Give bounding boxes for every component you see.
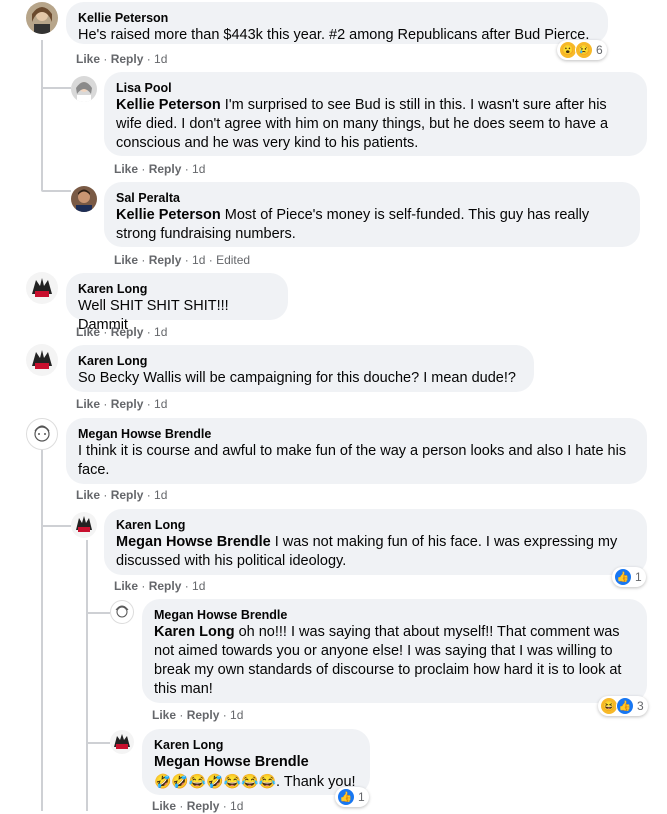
thread-line — [41, 450, 43, 811]
comment-author[interactable]: Kellie Peterson — [78, 10, 596, 26]
comment-author[interactable]: Karen Long — [78, 353, 522, 369]
thread-line — [41, 87, 71, 89]
mention-link[interactable]: Megan Howse Brendle — [154, 754, 309, 770]
like-link[interactable]: Like — [114, 253, 138, 267]
edited-label: Edited — [216, 253, 251, 267]
reactions-summary[interactable]: 😮 😢 6 — [557, 40, 607, 60]
avatar[interactable] — [110, 730, 134, 754]
emoji-sequence: 🤣🤣😂🤣😂😂😂 — [154, 773, 277, 789]
comment-actions: Like · Reply · 1d — [76, 397, 168, 411]
like-link[interactable]: Like — [76, 488, 100, 502]
comment-author[interactable]: Lisa Pool — [116, 80, 635, 96]
comment-actions: Like · Reply · 1d — [152, 799, 244, 813]
avatar[interactable] — [71, 76, 97, 102]
avatar[interactable] — [26, 344, 58, 376]
timestamp[interactable]: 1d — [154, 488, 167, 502]
comment-bubble: Karen Long Megan Howse Brendle 🤣🤣😂🤣😂😂😂. … — [142, 729, 370, 795]
comment-author[interactable]: Karen Long — [154, 737, 358, 753]
avatar[interactable] — [26, 272, 58, 304]
thread-line — [86, 612, 110, 614]
reactions-summary[interactable]: 👍 1 — [335, 787, 369, 807]
mention-link[interactable]: Karen Long — [154, 624, 235, 640]
timestamp[interactable]: 1d — [192, 579, 205, 593]
profile-photo-icon — [32, 350, 52, 369]
reply-link[interactable]: Reply — [111, 488, 144, 502]
mention-link[interactable]: Kellie Peterson — [116, 97, 221, 113]
comment-author[interactable]: Sal Peralta — [116, 190, 628, 206]
comment-bubble: Karen Long Megan Howse Brendle I was not… — [104, 509, 647, 575]
comment-author[interactable]: Megan Howse Brendle — [78, 426, 635, 442]
thread-line — [86, 742, 110, 744]
profile-photo-icon — [76, 516, 92, 532]
profile-photo-icon — [32, 278, 52, 297]
reaction-count: 1 — [358, 790, 365, 804]
profile-photo-icon — [114, 734, 130, 749]
timestamp[interactable]: 1d — [230, 708, 243, 722]
reply-link[interactable]: Reply — [111, 397, 144, 411]
profile-photo-icon — [34, 425, 50, 442]
mention-link[interactable]: Megan Howse Brendle — [116, 534, 271, 550]
comment-bubble: Kellie Peterson He's raised more than $4… — [66, 2, 608, 44]
comment-bubble: Lisa Pool Kellie Peterson I'm surprised … — [104, 72, 647, 156]
comment-bubble: Karen Long Well SHIT SHIT SHIT!!! Dammit — [66, 273, 288, 333]
thread-line — [41, 40, 43, 190]
profile-photo-icon — [76, 82, 92, 102]
reply-link[interactable]: Reply — [149, 579, 182, 593]
reply-link[interactable]: Reply — [149, 253, 182, 267]
like-link[interactable]: Like — [152, 708, 176, 722]
reaction-count: 3 — [637, 699, 644, 713]
comment-bubble: Megan Howse Brendle Karen Long oh no!!! … — [142, 599, 647, 703]
comment-actions: Like · Reply · 1d — [76, 52, 168, 66]
like-link[interactable]: Like — [114, 162, 138, 176]
like-link[interactable]: Like — [114, 579, 138, 593]
comment-author[interactable]: Karen Long — [116, 517, 635, 533]
profile-photo-icon — [76, 189, 92, 212]
thread-line — [41, 190, 71, 192]
comment-bubble: Megan Howse Brendle I think it is course… — [66, 418, 647, 484]
timestamp[interactable]: 1d — [192, 162, 205, 176]
reply-link[interactable]: Reply — [149, 162, 182, 176]
comment-text: He's raised more than $443k this year. #… — [78, 27, 590, 43]
reaction-count: 6 — [596, 43, 603, 57]
comment-author[interactable]: Karen Long — [78, 281, 276, 297]
avatar[interactable] — [26, 418, 58, 450]
sad-reaction-icon: 😢 — [575, 41, 593, 59]
reply-link[interactable]: Reply — [111, 52, 144, 66]
timestamp[interactable]: 1d — [154, 325, 167, 339]
timestamp[interactable]: 1d — [154, 397, 167, 411]
avatar[interactable] — [71, 512, 97, 538]
profile-photo-icon — [32, 7, 52, 34]
like-reaction-icon: 👍 — [616, 697, 634, 715]
comment-actions: Like · Reply · 1d · Edited — [114, 253, 251, 267]
like-link[interactable]: Like — [76, 52, 100, 66]
avatar[interactable] — [71, 186, 97, 212]
mention-link[interactable]: Kellie Peterson — [116, 207, 221, 223]
avatar[interactable] — [26, 2, 58, 34]
reactions-summary[interactable]: 😆 👍 3 — [598, 696, 648, 716]
comment-bubble: Sal Peralta Kellie Peterson Most of Piec… — [104, 182, 640, 247]
comment-text: So Becky Wallis will be campaigning for … — [78, 370, 516, 386]
comment-actions: Like · Reply · 1d — [114, 162, 206, 176]
like-link[interactable]: Like — [76, 397, 100, 411]
reply-link[interactable]: Reply — [111, 325, 144, 339]
timestamp[interactable]: 1d — [154, 52, 167, 66]
thread-line — [86, 540, 88, 811]
reactions-summary[interactable]: 👍 1 — [612, 567, 646, 587]
avatar[interactable] — [110, 600, 134, 624]
comment-actions: Like · Reply · 1d — [76, 488, 168, 502]
like-reaction-icon: 👍 — [337, 788, 355, 806]
reply-link[interactable]: Reply — [187, 708, 220, 722]
like-reaction-icon: 👍 — [614, 568, 632, 586]
comment-text: I think it is course and awful to make f… — [78, 443, 627, 478]
comment-actions: Like · Reply · 1d — [114, 579, 206, 593]
profile-photo-icon — [115, 605, 129, 618]
comment-bubble: Karen Long So Becky Wallis will be campa… — [66, 345, 534, 392]
like-link[interactable]: Like — [76, 325, 100, 339]
thread-line — [41, 525, 71, 527]
reaction-count: 1 — [635, 570, 642, 584]
comment-author[interactable]: Megan Howse Brendle — [154, 607, 635, 623]
comment-actions: Like · Reply · 1d — [76, 325, 168, 339]
timestamp[interactable]: 1d — [192, 253, 205, 267]
comment-actions: Like · Reply · 1d — [152, 708, 244, 722]
